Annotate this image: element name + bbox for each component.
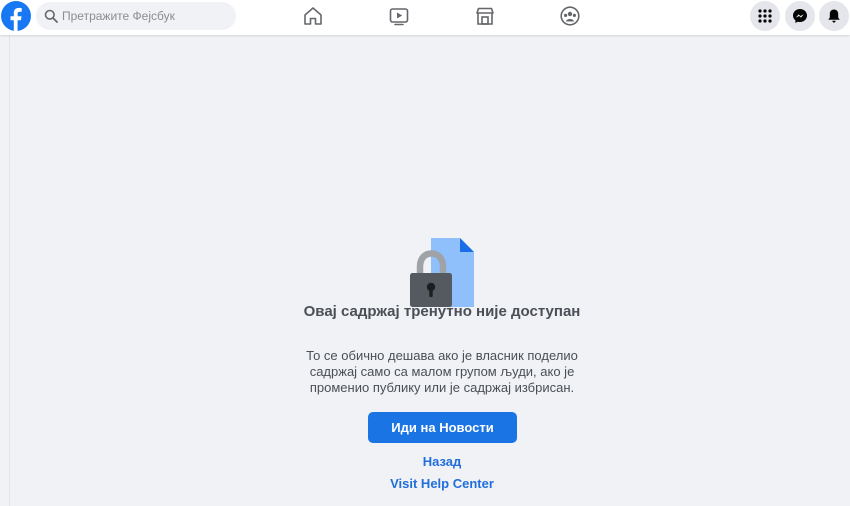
go-to-news-feed-button[interactable]: Иди на Новости bbox=[368, 412, 517, 443]
menu-button[interactable] bbox=[750, 1, 780, 31]
search-icon bbox=[44, 9, 58, 23]
facebook-logo-icon[interactable] bbox=[1, 1, 31, 32]
description-text: То се обично дешава ако је власник подел… bbox=[306, 348, 578, 395]
search-box[interactable] bbox=[36, 2, 236, 30]
home-icon bbox=[304, 7, 322, 25]
messenger-icon bbox=[793, 9, 807, 23]
grid-menu-icon bbox=[758, 9, 772, 23]
nav-watch[interactable] bbox=[386, 4, 412, 28]
notifications-button[interactable] bbox=[819, 1, 849, 31]
back-link[interactable]: Назад bbox=[342, 454, 542, 469]
help-center-link[interactable]: Visit Help Center bbox=[342, 476, 542, 491]
messenger-button[interactable] bbox=[785, 1, 815, 31]
nav-home[interactable] bbox=[300, 4, 326, 28]
page-title: Овај садржај тренутно није доступан bbox=[303, 303, 581, 320]
nav-marketplace[interactable] bbox=[472, 4, 498, 28]
locked-document-icon bbox=[410, 238, 474, 307]
groups-icon bbox=[560, 6, 580, 26]
search-input[interactable] bbox=[62, 2, 232, 30]
video-icon bbox=[389, 8, 409, 26]
bell-icon bbox=[828, 9, 840, 23]
nav-groups[interactable] bbox=[557, 4, 583, 28]
top-navigation-bar bbox=[0, 0, 850, 35]
content-unavailable-panel: Овај садржај тренутно није доступан То с… bbox=[0, 35, 850, 506]
store-icon bbox=[476, 7, 494, 25]
